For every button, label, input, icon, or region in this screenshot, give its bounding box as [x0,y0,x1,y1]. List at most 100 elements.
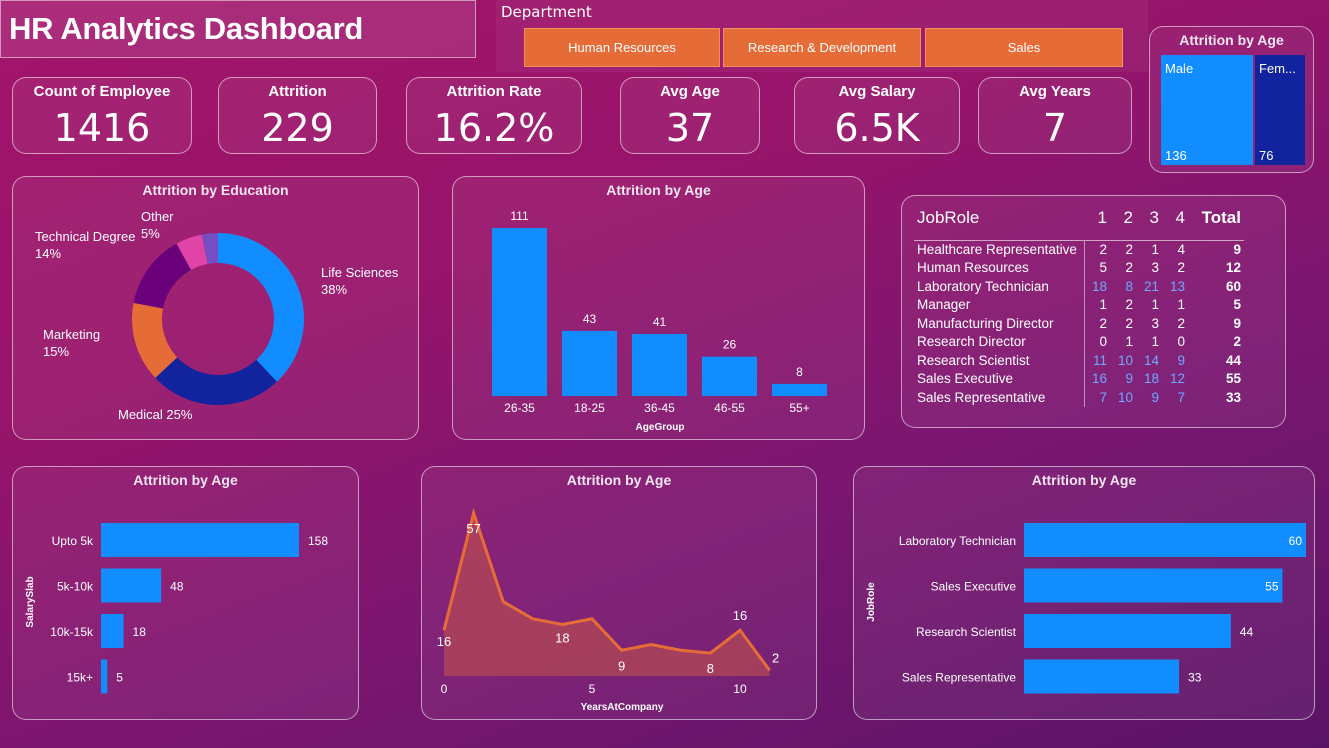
matrix-cell: Human Resources [914,258,1085,277]
matrix-cell: 5 [1233,297,1241,313]
bar[interactable] [101,614,124,648]
matrix-header: 4 [1175,208,1185,227]
bar[interactable] [562,330,617,396]
y-tick-label: Laboratory Technician [899,534,1016,548]
data-label: 9 [618,658,625,673]
x-tick-label: 55+ [789,401,809,415]
bar[interactable] [101,523,299,557]
kpi-value: 229 [261,106,334,150]
donut-label: Marketing [43,327,100,342]
bar[interactable] [1024,614,1231,648]
matrix-cell: 2 [1125,297,1133,313]
matrix-cell: 8 [1125,278,1133,294]
slicer-option-sales[interactable]: Sales [925,28,1123,67]
slicer-option-research-development[interactable]: Research & Development [723,28,921,67]
x-tick-label: 26-35 [504,401,535,415]
bar[interactable] [772,383,827,396]
bar[interactable] [1024,523,1306,557]
dashboard-title-box: HR Analytics Dashboard [0,0,476,58]
donut-label: Other [141,209,174,224]
matrix-row: Research Scientist 11 10 14 9 44 [914,351,1244,370]
data-label: 55 [1265,580,1279,594]
bar[interactable] [1024,568,1283,603]
matrix-cell: 2 [1099,315,1107,331]
matrix-cell: 7 [1099,389,1107,405]
matrix-cell: 9 [1125,371,1133,387]
x-tick-label: 46-55 [714,401,745,415]
data-label: 158 [308,534,328,548]
kpi-value: 7 [1042,106,1068,150]
matrix-header: JobRole [917,208,980,227]
matrix-cell: 12 [1169,371,1185,387]
matrix-cell: 0 [1099,334,1107,350]
matrix-cell: Research Director [914,332,1085,351]
data-label: 18 [133,625,147,639]
matrix-cell: 2 [1233,334,1241,350]
treemap-tile-female[interactable]: Fem... 76 [1255,55,1305,165]
x-tick-label: 18-25 [574,401,605,415]
gender-treemap-card: Attrition by Age Male 136 Fem... 76 [1149,26,1314,173]
jobrole-bar-card: Attrition by Age 60 Laboratory Technician… [853,466,1315,720]
matrix-cell: 3 [1151,315,1159,331]
kpi-attrition-rate: Attrition Rate 16.2% [406,77,582,154]
kpi-avg-salary: Avg Salary 6.5K [794,77,960,154]
data-label: 111 [510,209,529,223]
bar[interactable] [101,568,162,603]
kpi-count-of-employee: Count of Employee 1416 [12,77,192,154]
slicer-option-human-resources[interactable]: Human Resources [524,28,720,67]
age-bar-card: Attrition by Age 111 26-35 43 18-25 41 36-45 2… [452,176,865,440]
matrix-cell: 3 [1151,260,1159,276]
y-axis-title: SalarySlab [25,576,36,627]
x-tick-label: 36-45 [644,401,675,415]
matrix-row: Sales Representative 7 10 9 7 33 [914,388,1244,407]
data-label: 16 [733,608,747,623]
chart-title: Attrition by Age [1179,32,1284,48]
tile-label: Fem... [1259,61,1296,76]
matrix-header: Total [1201,208,1241,227]
matrix-cell: Manager [914,295,1085,314]
bar[interactable] [632,333,687,396]
data-label: 2 [772,650,779,665]
kpi-title: Avg Salary [838,83,916,100]
kpi-value: 37 [665,106,715,150]
x-tick-label: 10 [733,682,747,696]
matrix-row: Sales Executive 16 9 18 12 55 [914,369,1244,388]
matrix-cell: 0 [1177,334,1185,350]
matrix-cell: 7 [1177,389,1185,405]
matrix-cell: 1 [1125,334,1133,350]
matrix-cell: Laboratory Technician [914,277,1085,296]
x-tick-label: 0 [441,682,448,696]
matrix-row: Manufacturing Director 2 2 3 2 9 [914,314,1244,333]
salary-bar-card: Attrition by Age 158 Upto 5k 48 5k-10k 18 10k… [12,466,359,720]
tile-label: Male [1165,61,1194,76]
jobrole-matrix: JobRole 1 2 3 4 Total Healthcare Representativ… [914,208,1244,407]
donut-slice[interactable] [218,233,304,382]
kpi-title: Avg Years [1019,83,1091,100]
treemap-tile-male[interactable]: Male 136 [1161,55,1253,165]
matrix-row: Human Resources 5 2 3 2 12 [914,258,1244,277]
matrix-cell: 2 [1177,315,1185,331]
matrix-cell: Manufacturing Director [914,314,1085,333]
donut-label: 38% [321,282,347,297]
matrix-cell: 16 [1091,371,1107,387]
matrix-header: 2 [1123,208,1133,227]
bar[interactable] [1024,659,1180,694]
kpi-title: Attrition [268,83,327,100]
slicer-label: Department [501,3,592,21]
matrix-cell: 9 [1233,242,1241,257]
matrix-cell: 2 [1125,315,1133,331]
age-bar-chart: 111 26-35 43 18-25 41 36-45 26 46-55 8 55+ AgeGrou… [492,209,827,433]
data-label: 33 [1188,671,1202,685]
matrix-row: Research Director 0 1 1 0 2 [914,332,1244,351]
donut-slice[interactable] [155,357,277,405]
y-tick-label: 10k-15k [50,625,94,639]
bar[interactable] [492,228,547,396]
x-axis-title: YearsAtCompany [581,702,664,713]
kpi-title: Avg Age [660,83,720,100]
matrix-header: 3 [1149,208,1159,227]
bar[interactable] [101,659,108,694]
bar[interactable] [702,356,757,396]
data-label: 43 [583,312,597,326]
matrix-cell: 2 [1125,260,1133,276]
data-label: 44 [1240,625,1254,639]
